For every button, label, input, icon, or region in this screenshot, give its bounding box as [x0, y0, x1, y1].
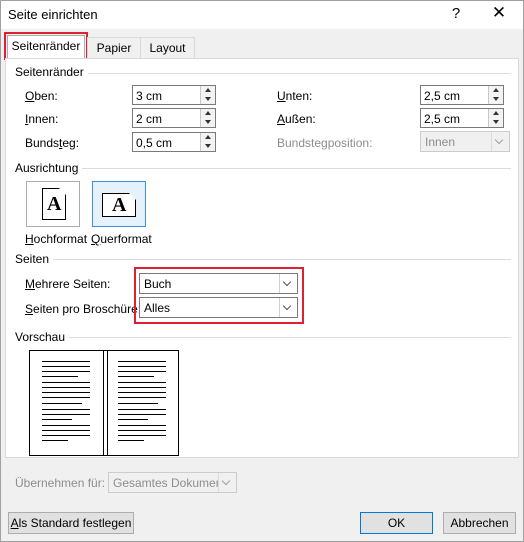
ok-button[interactable]: OK [360, 512, 433, 534]
outer-margin-label: Außen: [277, 112, 316, 126]
gutter-label: Bundsteg: [25, 136, 80, 150]
tab-highlight [4, 32, 88, 60]
spin-down-button[interactable] [201, 142, 215, 151]
landscape-label: Querformat [91, 232, 152, 246]
chevron-down-icon [221, 476, 231, 486]
spin-down-button[interactable] [489, 95, 503, 104]
close-button[interactable]: ✕ [488, 3, 510, 23]
apply-to-select: Gesamtes Dokument [108, 472, 237, 493]
gutter-position-select: Innen [420, 131, 510, 152]
gutter-spinner[interactable]: 0,5 cm [132, 132, 216, 152]
bottom-margin-value[interactable]: 2,5 cm [424, 89, 460, 103]
chevron-down-icon [494, 135, 504, 145]
pages-group-title: Seiten [15, 252, 54, 266]
set-as-default-button[interactable]: Als Standard festlegen [8, 512, 134, 534]
booklet-preview [29, 350, 179, 456]
group-divider [15, 259, 511, 260]
top-margin-spinner[interactable]: 3 cm [132, 85, 216, 105]
group-divider [15, 337, 511, 338]
spin-down-button[interactable] [201, 118, 215, 127]
apply-to-value: Gesamtes Dokument [113, 476, 226, 490]
spin-down-button[interactable] [489, 118, 503, 127]
title-bar: Seite einrichten ? ✕ [1, 1, 523, 29]
spin-down-button[interactable] [201, 95, 215, 104]
margins-group-title: Seitenränder [15, 65, 88, 79]
multiple-pages-label: Mehrere Seiten: [25, 277, 111, 291]
group-divider [15, 168, 511, 169]
inner-margin-value[interactable]: 2 cm [136, 112, 162, 126]
inner-margin-label: Innen: [25, 112, 59, 126]
tab-label: Layout [149, 41, 186, 55]
sheets-per-booklet-label: Seiten pro Broschüre: [25, 302, 142, 316]
top-margin-value[interactable]: 3 cm [136, 89, 162, 103]
gutter-value[interactable]: 0,5 cm [136, 136, 172, 150]
group-divider [15, 73, 511, 74]
portrait-button[interactable]: A [26, 181, 80, 227]
portrait-page-icon: A [42, 188, 66, 220]
gutter-position-label: Bundstegposition: [277, 136, 373, 150]
top-margin-label: Oben: [25, 89, 58, 103]
page-setup-dialog: Seite einrichten ? ✕ Seitenränder Papier… [0, 0, 524, 542]
preview-group-title: Vorschau [15, 330, 70, 344]
apply-to-label: Übernehmen für: [15, 476, 106, 490]
pages-highlight [134, 267, 304, 324]
tab-layout[interactable]: Layout [140, 37, 195, 58]
bottom-margin-spinner[interactable]: 2,5 cm [420, 85, 504, 105]
help-button[interactable]: ? [447, 5, 465, 22]
landscape-page-icon: A [102, 193, 136, 217]
outer-margin-spinner[interactable]: 2,5 cm [420, 108, 504, 128]
gutter-position-value: Innen [425, 135, 456, 149]
orientation-group-title: Ausrichtung [15, 161, 83, 175]
landscape-button[interactable]: A [92, 181, 146, 227]
tab-papier[interactable]: Papier [87, 37, 141, 58]
tab-label: Papier [96, 41, 132, 55]
outer-margin-value[interactable]: 2,5 cm [424, 112, 460, 126]
dialog-title: Seite einrichten [8, 7, 98, 22]
inner-margin-spinner[interactable]: 2 cm [132, 108, 216, 128]
cancel-button[interactable]: Abbrechen [443, 512, 516, 534]
bottom-margin-label: Unten: [277, 89, 313, 103]
portrait-label: Hochformat [25, 232, 88, 246]
book-spine [103, 351, 108, 455]
